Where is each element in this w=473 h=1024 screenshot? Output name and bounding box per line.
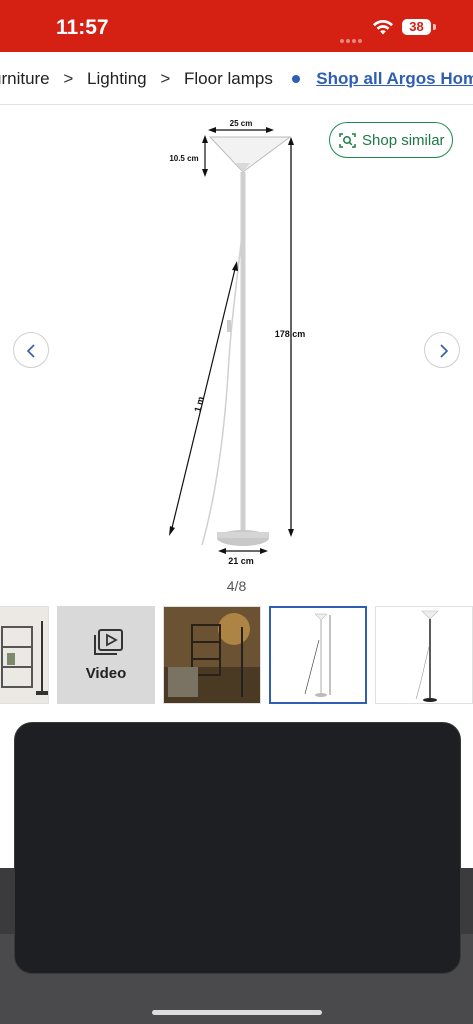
breadcrumb-separator: > bbox=[160, 69, 171, 88]
shop-similar-label: Shop similar bbox=[362, 132, 445, 149]
chevron-right-icon bbox=[440, 344, 449, 358]
room-photo-lit-thumbnail bbox=[164, 607, 260, 703]
previous-image-button[interactable] bbox=[13, 332, 49, 368]
product-photo-thumbnail bbox=[376, 607, 472, 703]
battery-indicator: 38 bbox=[402, 19, 431, 35]
breadcrumb-item-lighting[interactable]: Lighting bbox=[87, 69, 147, 89]
thumbnail-strip[interactable]: Video bbox=[0, 606, 473, 706]
video-play-icon bbox=[94, 629, 123, 655]
wifi-icon bbox=[373, 19, 393, 35]
shade-width-label: 25 cm bbox=[230, 119, 253, 128]
breadcrumb-separator: > bbox=[63, 69, 74, 88]
thumbnail-room-photo-lit[interactable] bbox=[163, 606, 261, 704]
shade-height-label: 10.5 cm bbox=[169, 154, 198, 163]
next-image-button[interactable] bbox=[424, 332, 460, 368]
breadcrumb-dot-icon bbox=[291, 74, 300, 83]
thumbnail-room-photo[interactable] bbox=[0, 606, 49, 704]
image-page-indicator: 4/8 bbox=[226, 578, 247, 594]
overlay-panel[interactable] bbox=[14, 722, 461, 974]
battery-cap bbox=[433, 24, 436, 30]
breadcrumb-item-furniture[interactable]: urniture bbox=[0, 69, 50, 89]
shop-all-argos-home-link[interactable]: Shop all Argos Home bbox=[316, 69, 473, 88]
chevron-left-icon bbox=[26, 344, 35, 358]
shop-similar-button[interactable]: Shop similar bbox=[329, 122, 453, 158]
camera-search-icon bbox=[339, 133, 356, 148]
total-height-label: 178 cm bbox=[275, 329, 306, 339]
breadcrumb-item-floor-lamps[interactable]: Floor lamps bbox=[184, 69, 273, 89]
breadcrumb: urniture > Lighting > Floor lamps Shop a… bbox=[0, 52, 473, 105]
lamp-dimension-diagram: 25 cm 10.5 cm 178 cm 1 m 21 cm bbox=[169, 119, 306, 566]
status-time: 11:57 bbox=[56, 16, 109, 39]
status-bar: 11:57 38 bbox=[0, 0, 473, 52]
product-image-viewer[interactable]: 25 cm 10.5 cm 178 cm 1 m 21 cm bbox=[0, 105, 473, 600]
thumbnail-product-photo[interactable] bbox=[375, 606, 473, 704]
thumbnail-video[interactable]: Video bbox=[57, 606, 155, 704]
cable-length-label: 1 m bbox=[192, 396, 205, 413]
diagram-thumbnail bbox=[271, 608, 365, 702]
thumbnail-diagram[interactable] bbox=[269, 606, 367, 704]
video-label: Video bbox=[85, 665, 127, 682]
cellular-signal-icon bbox=[340, 30, 366, 43]
base-width-label: 21 cm bbox=[228, 556, 254, 566]
home-indicator[interactable] bbox=[152, 1010, 322, 1015]
room-photo-thumbnail bbox=[0, 607, 48, 703]
